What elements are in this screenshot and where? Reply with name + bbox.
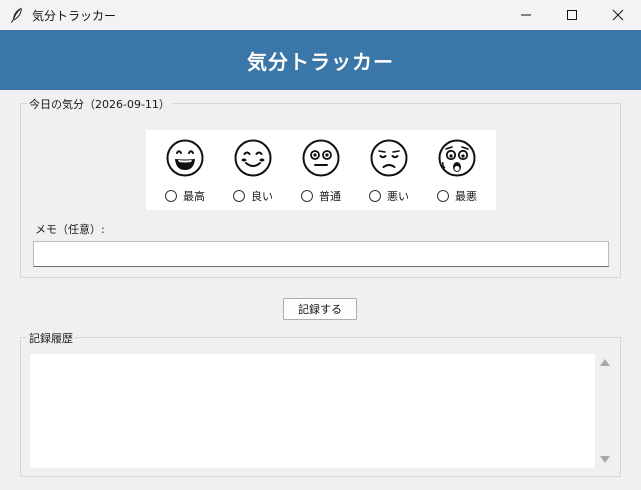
mood-options-panel: 最高 良い 普通 悪い 最悪 [146, 130, 496, 210]
feather-icon [10, 7, 22, 23]
mood-radio-bad[interactable] [369, 190, 381, 202]
mood-radio-best[interactable] [165, 190, 177, 202]
mood-radio-good[interactable] [233, 190, 245, 202]
mood-label-worst: 最悪 [455, 190, 477, 203]
history-textbox[interactable] [30, 354, 595, 468]
history-group: 記録履歴 [20, 330, 621, 477]
close-button[interactable] [595, 0, 641, 30]
smiling-face-icon [234, 139, 272, 177]
mood-label-neutral: 普通 [319, 190, 341, 203]
title-bar: 気分トラッカー [0, 0, 641, 30]
memo-label: メモ（任意）: [35, 223, 105, 236]
window-title: 気分トラッカー [32, 8, 117, 23]
scroll-up-arrow-icon[interactable] [600, 359, 610, 366]
sad-face-icon [370, 139, 408, 177]
mood-label-bad: 悪い [387, 190, 409, 203]
mood-group: 今日の気分（2026-09-11） 最高 良い 普通 悪い 最悪 メモ（任意）: [20, 96, 621, 278]
record-button[interactable]: 記録する [283, 298, 357, 320]
mood-radio-worst[interactable] [437, 190, 449, 202]
maximize-icon [567, 10, 577, 20]
app-window: 気分トラッカー 気分トラッカー 今日の気分（2026-09-11） 最高 良い … [0, 0, 641, 490]
memo-input[interactable] [33, 241, 609, 267]
minimize-icon [521, 14, 531, 16]
neutral-face-icon [302, 139, 340, 177]
history-scrollbar[interactable] [597, 354, 613, 468]
mood-option-best[interactable]: 最高 [154, 130, 216, 204]
mood-option-neutral[interactable]: 普通 [290, 130, 352, 204]
grinning-face-icon [166, 139, 204, 177]
mood-label-good: 良い [251, 190, 273, 203]
page-title: 気分トラッカー [247, 49, 394, 74]
window-controls [503, 0, 641, 30]
maximize-button[interactable] [549, 0, 595, 30]
app-header: 気分トラッカー [0, 30, 641, 90]
mood-option-bad[interactable]: 悪い [358, 130, 420, 204]
anguished-face-icon [438, 139, 476, 177]
mood-option-worst[interactable]: 最悪 [426, 130, 488, 204]
mood-option-good[interactable]: 良い [222, 130, 284, 204]
scroll-down-arrow-icon[interactable] [600, 456, 610, 463]
mood-group-label: 今日の気分（2026-09-11） [27, 96, 172, 112]
history-group-label: 記録履歴 [27, 330, 75, 346]
minimize-button[interactable] [503, 0, 549, 30]
mood-radio-neutral[interactable] [301, 190, 313, 202]
mood-label-best: 最高 [183, 190, 205, 203]
close-icon [612, 9, 624, 21]
